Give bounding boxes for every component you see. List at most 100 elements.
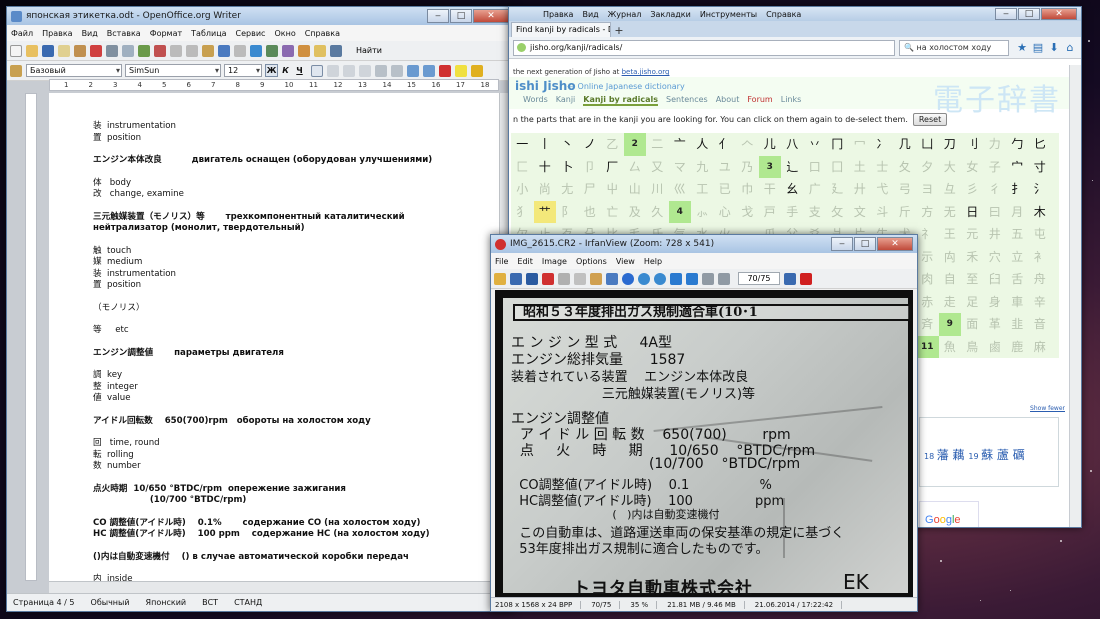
radical-cell[interactable]: 月 [1006,201,1029,224]
background-color-icon[interactable] [471,64,483,77]
redo-icon[interactable] [234,44,246,57]
chart-icon[interactable] [298,44,310,57]
radical-cell[interactable]: 臼 [984,268,1007,291]
radical-cell[interactable]: マ [669,156,692,179]
menu-item[interactable]: Правка [543,10,573,19]
radical-cell[interactable]: 冖 [849,133,872,156]
menu-item[interactable]: Image [542,257,567,266]
radical-cell[interactable]: 厶 [624,156,647,179]
radical-cell[interactable]: 五 [1006,223,1029,246]
copy-icon[interactable] [574,272,586,285]
copy-icon[interactable] [186,44,198,57]
document-line[interactable]: 体 body [93,178,493,190]
radical-cell[interactable]: 力 [984,133,1007,156]
cut-icon[interactable] [558,272,570,285]
radical-cell[interactable]: 亠 [669,133,692,156]
justify-icon[interactable] [359,64,371,77]
download-icon[interactable]: ⬇ [1047,41,1061,55]
radical-cell[interactable]: 文 [849,201,872,224]
radical-cell[interactable]: 无 [939,201,962,224]
radical-cell[interactable]: 音 [1029,313,1052,336]
insert-mode[interactable]: ВСТ [202,598,218,607]
radical-cell[interactable]: 九 [691,156,714,179]
document-line[interactable]: 媒 medium [93,257,493,269]
radical-cell[interactable]: 丶 [556,133,579,156]
vertical-ruler[interactable] [25,93,37,581]
radical-cell[interactable]: 刀 [939,133,962,156]
radical-cell[interactable]: 卩 [579,156,602,179]
mail-icon[interactable] [58,44,70,57]
address-bar[interactable]: jisho.org/kanji/radicals/ [513,39,895,56]
radical-cell[interactable]: 一 [511,133,534,156]
document-line[interactable]: エンジン本体改良 двигатель оснащен (оборудован у… [93,155,493,167]
irfan-logo-icon[interactable] [800,272,812,285]
writer-titlebar[interactable]: японская этикетка.odt - OpenOffice.org W… [7,7,513,25]
radical-cell[interactable]: 人 [691,133,714,156]
radical-cell[interactable]: 弓 [894,178,917,201]
align-left-icon[interactable] [311,64,323,77]
radical-cell[interactable]: 舌 [1006,268,1029,291]
radical-cell[interactable]: 又 [646,156,669,179]
minimize-button[interactable]: ‒ [831,237,853,251]
radical-cell[interactable]: 走 [939,291,962,314]
radical-cell[interactable]: 宀 [1006,156,1029,179]
bullets-icon[interactable] [391,64,403,77]
menu-item[interactable]: Справка [766,10,801,19]
menu-item[interactable]: Options [576,257,607,266]
open-icon[interactable] [494,272,506,285]
table-icon[interactable] [266,44,278,57]
paste-icon[interactable] [590,272,602,285]
document-line[interactable]: 三元触媒装置（モノリス）等 трехкомпонентный каталитич… [93,212,493,224]
menu-item[interactable]: Вставка [107,29,141,38]
radical-cell[interactable]: 支 [804,201,827,224]
radical-cell[interactable]: 扌 [1006,178,1029,201]
radical-cell[interactable]: ⺗ [691,201,714,224]
document-line[interactable]: 触 touch [93,246,493,258]
radical-cell[interactable]: 方 [916,201,939,224]
beta-link[interactable]: beta.jisho.org [622,68,670,76]
browser-titlebar[interactable]: Правка Вид Журнал Закладки Инструменты Справк… [509,7,1081,21]
styles-icon[interactable] [10,64,22,77]
menu-item[interactable]: Сервис [236,29,266,38]
radical-cell[interactable]: 刂 [961,133,984,156]
find-icon[interactable] [314,44,326,57]
menu-item[interactable]: Инструменты [700,10,757,19]
info-icon[interactable] [622,272,634,285]
radical-cell[interactable]: 井 [984,223,1007,246]
radical-cell[interactable]: ヨ [916,178,939,201]
menu-item[interactable]: Help [644,257,662,266]
radical-cell[interactable]: 工 [691,178,714,201]
print-icon[interactable] [106,44,118,57]
radical-cell[interactable]: 舟 [1029,268,1052,291]
menu-item[interactable]: Правка [42,29,72,38]
radical-cell[interactable]: 亻 [714,133,737,156]
image-icon[interactable] [282,44,294,57]
radical-cell[interactable]: 屮 [601,178,624,201]
radical-cell[interactable]: 彡 [961,178,984,201]
browser-tab[interactable]: Find kanji by radicals - Den... [511,22,611,37]
radical-cell[interactable]: 广 [804,178,827,201]
radical-cell[interactable]: 斗 [871,201,894,224]
image-viewport[interactable]: 昭和５３年度排出ガス規制適合車(10･1 エ ン ジ ン 型 式 4A型 エンジン… [495,290,913,598]
radical-cell[interactable]: 艹 [533,200,556,223]
radical-cell[interactable]: 幺 [781,178,804,201]
search-field[interactable]: 🔍 на холостом ходу [899,39,1009,56]
document-page[interactable]: 装 instrumentation 置 position エンジン本体改良 двиг… [49,93,499,581]
spellcheck-icon[interactable] [138,44,150,57]
radical-cell[interactable]: 厂 [601,156,624,179]
radical-cell[interactable]: 尢 [556,178,579,201]
radical-cell[interactable]: 衤 [1029,246,1052,269]
radical-cell[interactable]: 山 [624,178,647,201]
radical-cell[interactable]: 也 [579,201,602,224]
menu-item[interactable]: Таблица [191,29,226,38]
radical-cell[interactable]: 口 [804,156,827,179]
zoom-out-icon[interactable] [654,272,666,285]
radical-cell[interactable]: 彳 [984,178,1007,201]
radical-cell[interactable]: 乃 [736,156,759,179]
document-line[interactable]: 等 etc [93,325,493,337]
show-fewer-link[interactable]: Show fewer [1030,405,1065,412]
font-size-select[interactable]: 12 [224,64,262,77]
menu-item[interactable]: Вид [582,10,598,19]
radical-cell[interactable]: 礻 [916,223,939,246]
radical-cell[interactable]: 土 [849,156,872,179]
